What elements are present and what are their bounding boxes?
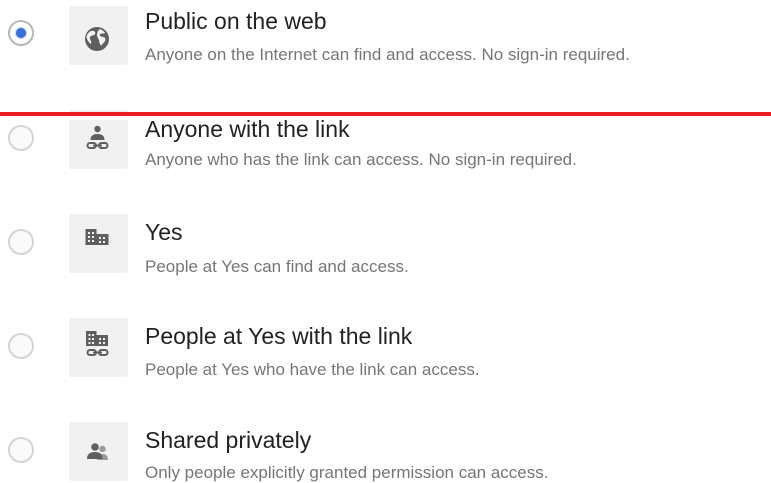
option-title: People at Yes with the link bbox=[145, 323, 413, 349]
building-link-icon bbox=[69, 318, 128, 377]
option-anyone-with-the-link[interactable]: Anyone with the link Anyone who has the … bbox=[0, 110, 771, 188]
radio-shared-privately[interactable] bbox=[8, 437, 34, 463]
option-people-at-yes-with-the-link[interactable]: People at Yes with the link People at Ye… bbox=[0, 318, 771, 396]
radio-selected-dot bbox=[16, 28, 26, 38]
option-description: People at Yes can find and access. bbox=[145, 257, 409, 276]
option-description: Only people explicitly granted permissio… bbox=[145, 463, 549, 482]
globe-icon bbox=[69, 6, 128, 65]
radio-anyone-with-the-link[interactable] bbox=[8, 125, 34, 151]
option-description: People at Yes who have the link can acce… bbox=[145, 360, 480, 379]
option-description: Anyone on the Internet can find and acce… bbox=[145, 45, 630, 64]
radio-public-on-the-web[interactable] bbox=[8, 20, 34, 46]
option-shared-privately[interactable]: Shared privately Only people explicitly … bbox=[0, 422, 771, 483]
radio-yes-domain[interactable] bbox=[8, 229, 34, 255]
divider-gap bbox=[0, 116, 771, 120]
option-title: Shared privately bbox=[145, 427, 312, 453]
people-icon bbox=[69, 422, 128, 481]
option-yes-domain[interactable]: Yes People at Yes can find and access. bbox=[0, 214, 771, 292]
sharing-visibility-panel: Public on the web Anyone on the Internet… bbox=[0, 0, 771, 483]
radio-people-at-yes-with-the-link[interactable] bbox=[8, 333, 34, 359]
option-title: Public on the web bbox=[145, 8, 327, 34]
option-title: Yes bbox=[145, 219, 183, 245]
option-description: Anyone who has the link can access. No s… bbox=[145, 150, 577, 169]
building-icon bbox=[69, 214, 128, 273]
option-public-on-the-web[interactable]: Public on the web Anyone on the Internet… bbox=[0, 0, 771, 70]
